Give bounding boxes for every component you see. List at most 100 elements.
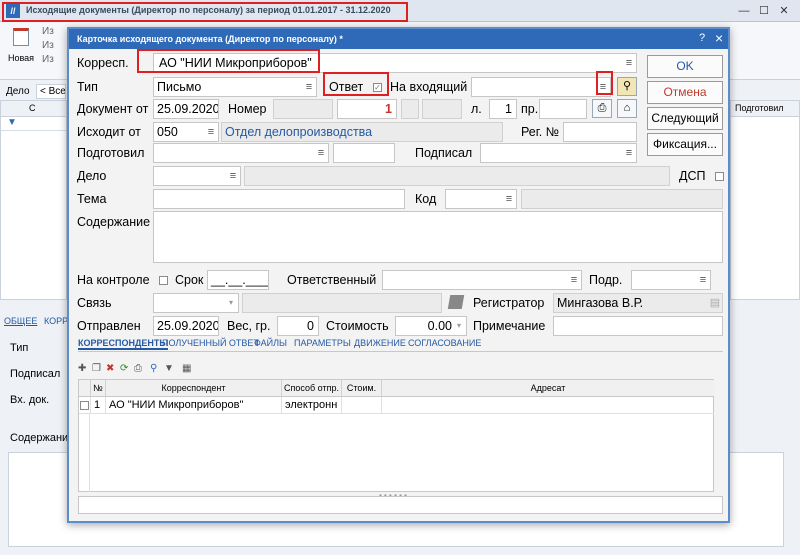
incoming-menu-icon[interactable]: ≡ [597, 79, 609, 95]
dsp-checkbox[interactable] [715, 172, 724, 181]
term-field[interactable]: __.__.____ [207, 270, 269, 290]
subdiv-menu-icon[interactable]: ≡ [697, 272, 709, 288]
signed-field[interactable]: ≡ [480, 143, 637, 163]
number-suffix-field[interactable] [422, 99, 462, 119]
number-prefix-field[interactable] [273, 99, 333, 119]
link-icon[interactable] [447, 295, 465, 309]
topic-field[interactable] [153, 189, 405, 209]
new-button[interactable]: Новая [6, 26, 36, 72]
outgoing-dept-field: Отдел делопроизводства [221, 122, 503, 142]
cancel-button[interactable]: Отмена [647, 81, 723, 104]
tab-parameters[interactable]: ПАРАМЕТРЫ [294, 338, 351, 348]
prepared-extra-field[interactable] [333, 143, 395, 163]
doc-date-field[interactable]: 25.09.2020 [153, 99, 219, 119]
outgoing-code-field[interactable]: 050 ≡ [153, 122, 219, 142]
dsp-label: ДСП [679, 169, 706, 183]
type-label: Тип [77, 80, 98, 94]
prepared-field[interactable]: ≡ [153, 143, 329, 163]
tab-strip: КОРРЕСПОНДЕНТЫ ПОЛУЧЕННЫЙ ОТВЕТ ФАЙЛЫ ПА… [78, 338, 723, 352]
note-field[interactable] [553, 316, 723, 336]
number-field[interactable]: 1 [337, 99, 397, 119]
note-label: Примечание [473, 319, 546, 333]
ribbon-item-2[interactable]: Из [42, 40, 54, 51]
scanner-icon[interactable]: ⌂ [617, 99, 637, 118]
maximize-icon[interactable]: ☐ [756, 3, 772, 19]
tab-correspondents[interactable]: КОРРЕСПОНДЕНТЫ [78, 338, 169, 350]
attachments-field[interactable] [539, 99, 587, 119]
link-type-select[interactable]: ▾ [153, 293, 239, 313]
tab-approval[interactable]: СОГЛАСОВАНИЕ [408, 338, 481, 348]
refresh-icon[interactable]: ⟳ [120, 363, 128, 374]
table-comment-field[interactable] [78, 496, 723, 514]
row-correspondent-cell[interactable]: АО "НИИ Микроприборов" [106, 397, 282, 414]
ribbon-item-3[interactable]: Из [42, 54, 54, 65]
bottom-tab-corr[interactable]: КОРР [44, 316, 68, 326]
minimize-icon[interactable]: — [736, 3, 752, 19]
registrar-label: Регистратор [473, 296, 545, 310]
filter-icon[interactable]: ▼ [1, 117, 66, 131]
delete-row-icon[interactable]: ✖ [106, 363, 114, 374]
case-menu-icon[interactable]: ≡ [227, 168, 239, 184]
prepared-menu-icon[interactable]: ≡ [315, 145, 327, 161]
weight-field[interactable]: 0 [277, 316, 319, 336]
fix-button[interactable]: Фиксация... [647, 133, 723, 156]
print-icon[interactable]: ⎙ [134, 363, 142, 374]
copy-row-icon[interactable]: ❐ [92, 363, 101, 374]
tab-files[interactable]: ФАЙЛЫ [254, 338, 287, 348]
col-addressee[interactable]: Адресат [382, 380, 714, 397]
responsible-menu-icon[interactable]: ≡ [568, 272, 580, 288]
stamp-icon[interactable]: ⎙ [592, 99, 612, 118]
add-row-icon[interactable]: ✚ [78, 363, 86, 374]
tab-movement[interactable]: ДВИЖЕНИЕ [354, 338, 406, 348]
subdiv-field[interactable]: ≡ [631, 270, 711, 290]
type-field[interactable]: Письмо ≡ [153, 77, 317, 97]
cost-label: Стоимость [326, 319, 389, 333]
corresp-value: АО "НИИ Микроприборов" [159, 56, 312, 70]
dialog-close-icon[interactable]: × [715, 30, 723, 46]
row-cost-cell[interactable] [342, 397, 382, 414]
row-addressee-cell[interactable] [382, 397, 714, 414]
col-num[interactable]: № [91, 380, 106, 397]
registrar-card-icon[interactable]: ▤ [709, 295, 721, 311]
col-cost[interactable]: Стоим. [342, 380, 382, 397]
link-doc-icon[interactable]: ⚲ [617, 77, 637, 96]
answer-checkbox[interactable]: ✓ [373, 83, 382, 92]
cost-chevron-icon[interactable]: ▾ [453, 318, 465, 334]
ribbon-item-1[interactable]: Из [42, 26, 54, 37]
l-label: л. [471, 102, 482, 116]
app-logo-icon: // [6, 4, 20, 18]
corresp-field[interactable]: АО "НИИ Микроприборов" ≡ [153, 53, 637, 73]
type-menu-icon[interactable]: ≡ [303, 79, 315, 95]
sent-date-field[interactable]: 25.09.2020 [153, 316, 219, 336]
reg-no-field[interactable] [563, 122, 637, 142]
signed-menu-icon[interactable]: ≡ [623, 145, 635, 161]
chevron-down-icon[interactable]: ▾ [225, 295, 237, 311]
content-field[interactable] [153, 211, 723, 263]
corresp-menu-icon[interactable]: ≡ [623, 55, 635, 71]
col-method[interactable]: Способ отпр. [282, 380, 342, 397]
code-menu-icon[interactable]: ≡ [503, 191, 515, 207]
col-correspondent[interactable]: Корреспондент [106, 380, 282, 397]
case-field[interactable]: ≡ [153, 166, 241, 186]
responsible-field[interactable]: ≡ [382, 270, 582, 290]
code-field[interactable]: ≡ [445, 189, 517, 209]
delo-filter[interactable]: < Все [36, 84, 66, 99]
row-method-cell[interactable]: электронн [282, 397, 342, 414]
row-checkbox[interactable] [80, 401, 89, 410]
bottom-tab-general[interactable]: ОБЩЕЕ [4, 316, 37, 326]
bottom-type-label: Тип [10, 342, 29, 354]
help-icon[interactable]: ? [699, 32, 705, 44]
columns-icon[interactable]: ▦ [182, 363, 191, 374]
outgoing-menu-icon[interactable]: ≡ [205, 124, 217, 140]
row-num-cell[interactable]: 1 [91, 397, 106, 414]
close-icon[interactable]: ✕ [776, 3, 792, 19]
cost-field[interactable]: 0.00 ▾ [395, 316, 467, 336]
on-control-checkbox[interactable] [159, 276, 168, 285]
tab-received-answer[interactable]: ПОЛУЧЕННЫЙ ОТВЕТ [162, 338, 259, 348]
filter-icon[interactable]: ▼ [164, 363, 174, 374]
next-button[interactable]: Следующий [647, 107, 723, 130]
ok-button[interactable]: OK [647, 55, 723, 78]
incoming-doc-field[interactable]: ≡ [471, 77, 611, 97]
sheets-field[interactable]: 1 [489, 99, 517, 119]
search-icon[interactable]: ⚲ [150, 363, 157, 374]
